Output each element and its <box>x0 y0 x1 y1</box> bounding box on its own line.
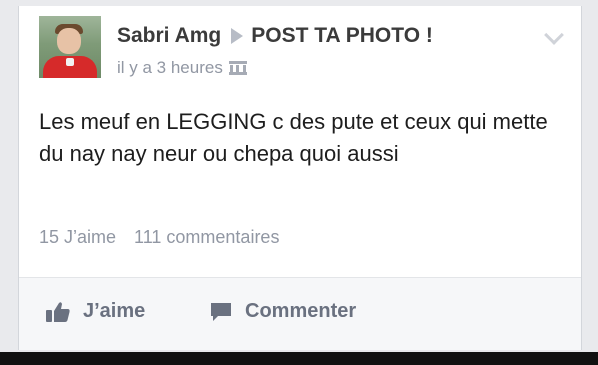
post-text: Les meuf en LEGGING c des pute et ceux q… <box>39 109 548 166</box>
like-button[interactable]: J’aime <box>45 300 145 323</box>
post-stats: 15 J’aime 111 commentaires <box>39 227 279 248</box>
author-avatar[interactable] <box>39 16 101 78</box>
group-name[interactable]: POST TA PHOTO ! <box>251 24 433 48</box>
post-card: Sabri Amg POST TA PHOTO ! il y a 3 heure… <box>18 6 582 350</box>
comment-button-label: Commenter <box>245 300 357 322</box>
speech-bubble-icon <box>209 301 233 323</box>
chevron-down-icon[interactable] <box>544 25 564 45</box>
post-meta: il y a 3 heures <box>117 58 247 78</box>
post-header: Sabri Amg POST TA PHOTO ! <box>117 24 433 48</box>
group-icon <box>228 61 247 75</box>
thumbs-up-icon <box>45 301 71 323</box>
likes-count[interactable]: 15 J’aime <box>39 227 116 248</box>
like-button-label: J’aime <box>83 300 146 322</box>
avatar-face <box>57 28 81 54</box>
feed-screen: Sabri Amg POST TA PHOTO ! il y a 3 heure… <box>0 0 598 352</box>
comments-count[interactable]: 111 commentaires <box>134 227 279 248</box>
post-actions-bar: J’aime Commenter <box>19 278 581 350</box>
comment-button[interactable]: Commenter <box>209 300 356 323</box>
arrow-right-icon <box>231 28 244 44</box>
post-timestamp[interactable]: il y a 3 heures <box>117 58 223 78</box>
avatar-shirt-emblem <box>66 58 74 66</box>
author-name[interactable]: Sabri Amg <box>117 24 221 48</box>
